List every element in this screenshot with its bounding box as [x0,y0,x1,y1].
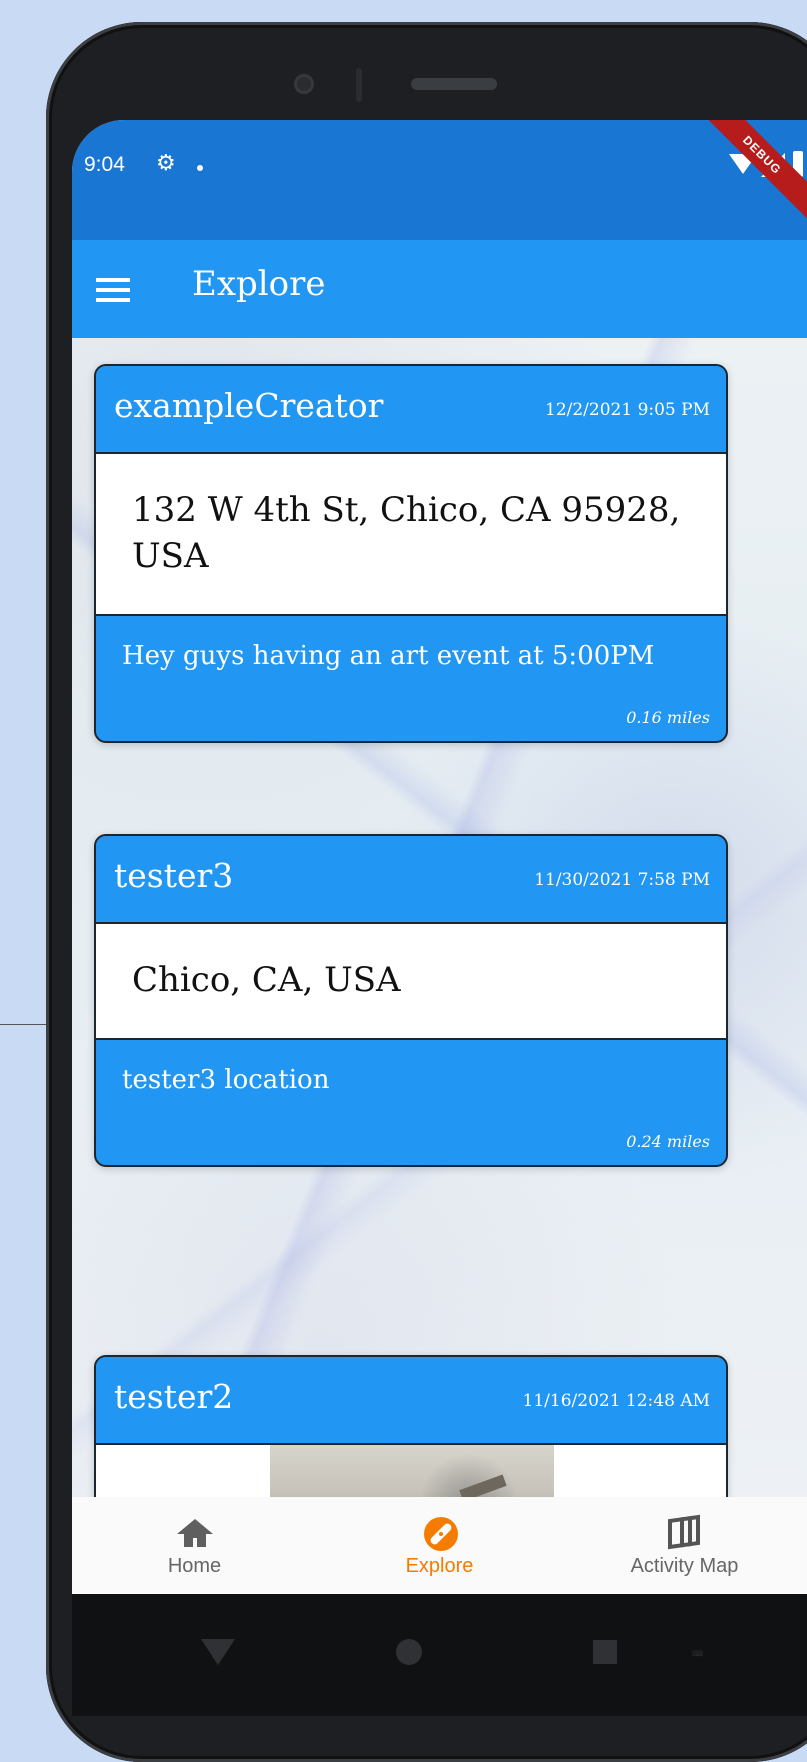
post-date: 11/16/2021 12:48 AM [522,1391,710,1411]
notification-dot-icon [197,165,203,171]
post-card[interactable]: tester2 11/16/2021 12:48 AM [94,1355,728,1497]
post-message: tester3 location [122,1064,330,1095]
post-distance: 0.16 miles [626,707,710,727]
nav-explore[interactable]: Explore [317,1497,562,1594]
nav-explore-label: Explore [405,1555,474,1577]
front-camera [294,74,314,94]
camera-sensor [356,68,362,102]
post-message: Hey guys having an art event at 5:00PM [122,640,655,671]
post-date: 12/2/2021 9:05 PM [545,400,710,420]
keyboard-icon[interactable]: ⌨ [692,1644,703,1665]
map-icon [668,1514,700,1550]
phone-speaker [411,78,497,90]
nav-home[interactable]: Home [72,1497,317,1594]
home-circle-icon[interactable] [396,1639,422,1665]
post-creator: tester3 [114,856,234,895]
back-icon[interactable] [201,1639,235,1665]
explore-feed[interactable]: exampleCreator 12/2/2021 9:05 PM 132 W 4… [72,338,807,1497]
app-bar: Explore [72,240,807,338]
post-card-header: tester2 11/16/2021 12:48 AM [96,1357,726,1445]
gear-icon: ⚙ [156,151,176,176]
post-distance: 0.24 miles [626,1131,710,1151]
post-creator: tester2 [114,1377,234,1416]
nav-home-label: Home [167,1555,222,1577]
external-connector-arrow [0,1021,54,1027]
status-time: 9:04 [84,153,125,176]
post-creator: exampleCreator [114,386,384,425]
nav-activity-map[interactable]: Activity Map [562,1497,807,1594]
post-address: Chico, CA, USA [96,924,726,1040]
menu-icon[interactable] [96,278,130,302]
post-card[interactable]: exampleCreator 12/2/2021 9:05 PM 132 W 4… [94,364,728,743]
page-title: Explore [192,264,326,304]
status-bar: 9:04 ⚙ DEBUG [72,120,807,240]
debug-banner: DEBUG [685,120,807,232]
post-image [270,1445,554,1497]
home-icon [177,1519,213,1547]
recent-apps-icon[interactable] [593,1640,617,1664]
bottom-navigation: Home Explore Activity Map [72,1497,807,1594]
nav-activity-map-label: Activity Map [630,1555,739,1577]
post-date: 11/30/2021 7:58 PM [534,870,710,890]
post-card-header: tester3 11/30/2021 7:58 PM [96,836,726,924]
system-navigation-bar: ⌨ [72,1594,807,1716]
post-address: 132 W 4th St, Chico, CA 95928, USA [96,454,726,616]
post-card-header: exampleCreator 12/2/2021 9:05 PM [96,366,726,454]
compass-icon [424,1517,458,1551]
app-screen: 9:04 ⚙ DEBUG Explore exampleCreator 12/2… [72,120,807,1716]
post-image-row [96,1445,726,1497]
post-card[interactable]: tester3 11/30/2021 7:58 PM Chico, CA, US… [94,834,728,1167]
